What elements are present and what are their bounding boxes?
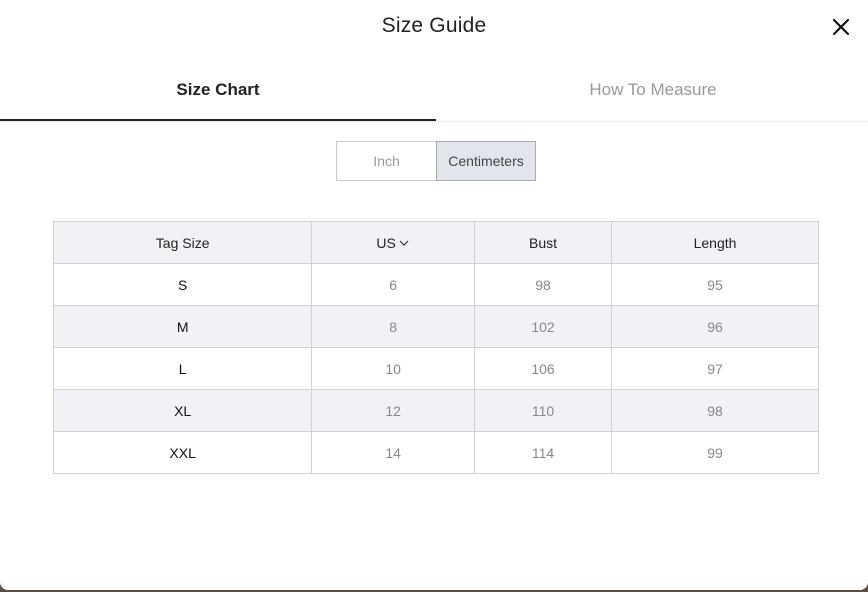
unit-inch-button[interactable]: Inch: [336, 141, 436, 181]
header-us-label: US: [376, 234, 396, 251]
chevron-down-icon[interactable]: [398, 238, 410, 248]
table-row: L 10 106 97: [52, 347, 819, 390]
cell-bust: 106: [473, 347, 613, 390]
size-table: Tag Size US Bust Length S 6 98 95 M 8 10…: [52, 221, 819, 474]
table-row: XXL 14 114 99: [52, 431, 819, 474]
close-icon[interactable]: [828, 14, 854, 40]
cell-length: 97: [611, 347, 819, 390]
tab-size-chart[interactable]: Size Chart: [0, 60, 436, 121]
unit-centimeters-button[interactable]: Centimeters: [436, 141, 536, 181]
header-us[interactable]: US: [311, 221, 475, 264]
cell-bust: 110: [473, 389, 613, 432]
table-row: M 8 102 96: [52, 305, 819, 348]
cell-us: 6: [311, 263, 475, 306]
cell-us: 10: [311, 347, 475, 390]
cell-us: 12: [311, 389, 475, 432]
table-row: S 6 98 95: [52, 263, 819, 306]
cell-bust: 114: [473, 431, 613, 474]
size-guide-modal: Size Guide Size Chart How To Measure Inc…: [0, 0, 868, 590]
cell-tag-size: S: [52, 263, 313, 306]
cell-length: 96: [611, 305, 819, 348]
cell-tag-size: XXL: [52, 431, 313, 474]
table-row: XL 12 110 98: [52, 389, 819, 432]
cell-bust: 102: [473, 305, 613, 348]
unit-toggle: Inch Centimeters: [336, 141, 536, 181]
cell-tag-size: XL: [52, 389, 313, 432]
cell-length: 98: [611, 389, 819, 432]
cell-tag-size: M: [52, 305, 313, 348]
modal-title: Size Guide: [381, 14, 487, 37]
tab-bar: Size Chart How To Measure: [0, 60, 868, 122]
cell-length: 95: [611, 263, 819, 306]
cell-tag-size: L: [52, 347, 313, 390]
cell-length: 99: [611, 431, 819, 474]
cell-us: 14: [311, 431, 475, 474]
header-bust: Bust: [473, 221, 613, 264]
header-tag-size: Tag Size: [52, 221, 313, 264]
cell-us: 8: [311, 305, 475, 348]
tab-how-to-measure[interactable]: How To Measure: [436, 60, 868, 119]
cell-bust: 98: [473, 263, 613, 306]
table-header-row: Tag Size US Bust Length: [52, 221, 819, 264]
header-length: Length: [611, 221, 819, 264]
